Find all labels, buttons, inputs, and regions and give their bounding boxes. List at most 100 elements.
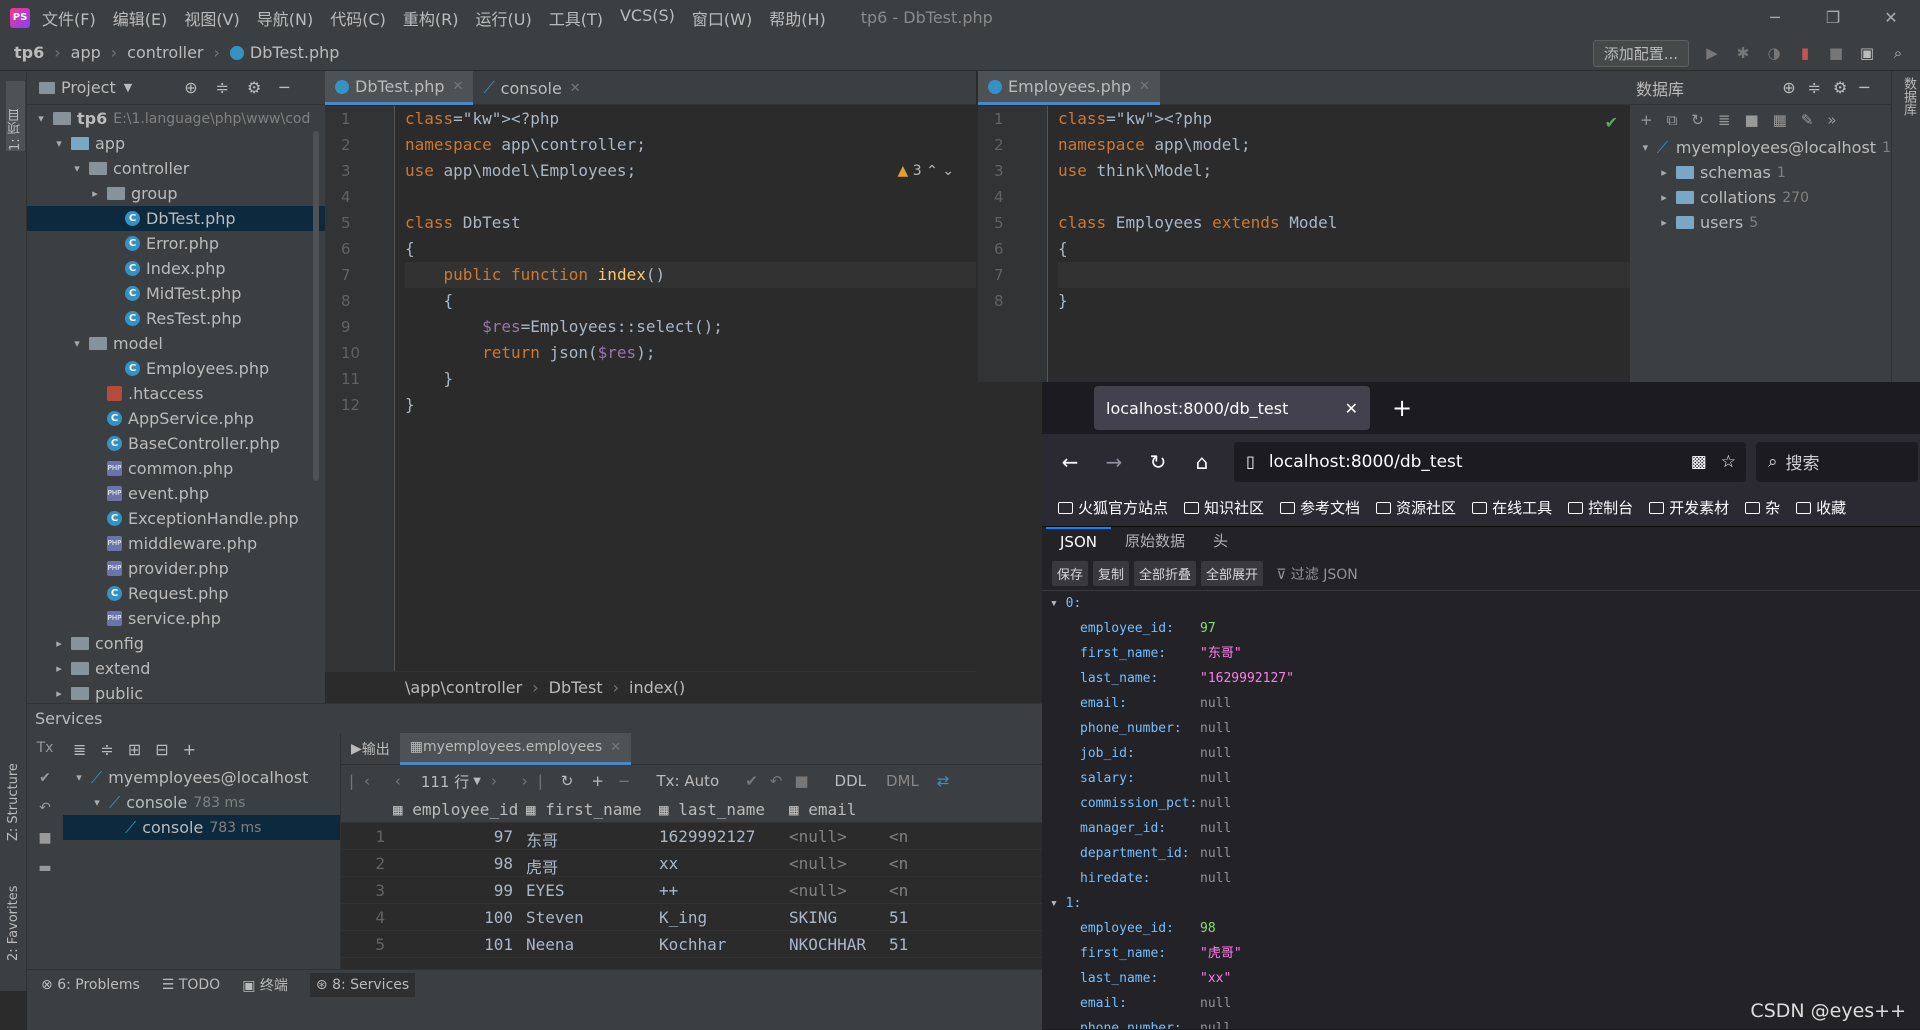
table-row[interactable]: 2 98 虎哥 xx <null> <n (341, 850, 1042, 877)
tx-mode[interactable]: Tx: Auto (657, 772, 720, 790)
table-cell[interactable]: <null> (789, 827, 884, 846)
column-header[interactable]: ▦ employee_id (393, 800, 520, 819)
breadcrumb-project[interactable]: tp6 (14, 43, 44, 62)
close-tab-icon[interactable]: ✕ (610, 740, 621, 755)
compare-icon[interactable]: ⇄ (937, 772, 950, 790)
json-field[interactable]: commission_pct: null (1050, 791, 1920, 816)
json-field[interactable]: first_name: "虎哥" (1050, 941, 1920, 966)
close-window-icon[interactable]: ✕ (1862, 0, 1920, 35)
db-node[interactable]: ▸ users 5 (1630, 210, 1891, 235)
json-field[interactable]: last_name: "xx" (1050, 966, 1920, 991)
close-tab-icon[interactable]: ✕ (1139, 79, 1150, 94)
json-field[interactable]: employee_id: 98 (1050, 916, 1920, 941)
chevron-down-icon[interactable]: ▾ (71, 162, 83, 175)
json-tab[interactable]: 头 (1199, 530, 1242, 557)
add-row-icon[interactable]: + (591, 772, 604, 790)
json-field[interactable]: hiredate: null (1050, 866, 1920, 891)
tree-item[interactable]: C DbTest.php (27, 206, 325, 231)
table-cell[interactable]: <n (889, 881, 919, 900)
search-box[interactable]: ⌕ 搜索 (1756, 441, 1918, 482)
bookmark-item[interactable]: 火狐官方站点 (1058, 497, 1168, 518)
back-icon[interactable]: ← (1058, 450, 1082, 474)
debug-icon[interactable]: ✱ (1734, 44, 1752, 62)
breadcrumb-controller[interactable]: controller (127, 43, 203, 62)
json-field[interactable]: employee_id: 97 (1050, 616, 1920, 641)
result-grid[interactable]: ▦ employee_id ▦ first_name ▦ last_name ▦ em… (341, 797, 1042, 958)
chevron-down-icon[interactable]: ▼ (473, 776, 481, 787)
project-tool-tab[interactable]: 1: 项目 (6, 81, 25, 151)
menu-item[interactable]: 窗口(W) (692, 6, 752, 30)
chevron-right-icon[interactable]: ▸ (1658, 166, 1670, 179)
chevron-right-icon[interactable]: ▸ (1658, 216, 1670, 229)
column-header[interactable]: ▦ last_name (659, 800, 783, 819)
edit-icon[interactable]: ✎ (1801, 111, 1828, 129)
tool-window-3[interactable]: ⊛ 8: Services (309, 973, 416, 997)
table-cell[interactable]: <null> (789, 854, 884, 873)
json-button[interactable]: 复制 (1093, 561, 1130, 586)
breadcrumb-method[interactable]: index() (629, 678, 685, 697)
json-button[interactable]: 全部展开 (1201, 561, 1264, 586)
tree-item[interactable]: C ResTest.php (27, 306, 325, 331)
json-field[interactable]: job_id: null (1050, 741, 1920, 766)
menu-item[interactable]: VCS(S) (620, 6, 675, 30)
bookmark-item[interactable]: 资源社区 (1376, 497, 1456, 518)
tool-window-1[interactable]: ☰ TODO (162, 977, 220, 993)
breadcrumb-file[interactable]: DbTest.php (250, 43, 340, 62)
gear-icon[interactable]: ⚙ (1833, 78, 1859, 97)
tree-item[interactable]: C MidTest.php (27, 281, 325, 306)
table-cell[interactable]: ++ (659, 881, 784, 900)
table-cell[interactable]: 3 (349, 881, 385, 900)
table-cell[interactable]: 100 (393, 908, 513, 927)
collapse-all-icon[interactable]: ≑ (100, 740, 127, 759)
tree-item[interactable]: C BaseController.php (27, 431, 325, 456)
tree-item[interactable]: ▾ tp6 E:\1.language\php\www\cod (27, 106, 325, 131)
menu-item[interactable]: 帮助(H) (769, 6, 826, 30)
chevron-down-icon[interactable]: ▼ (124, 81, 132, 94)
breadcrumb-namespace[interactable]: \app\controller (405, 678, 522, 697)
bookmark-item[interactable]: 在线工具 (1472, 497, 1552, 518)
breadcrumb-app[interactable]: app (71, 43, 101, 62)
group-icon[interactable]: ⊞ (128, 740, 155, 759)
new-tab-icon[interactable]: + (1392, 394, 1412, 422)
json-field[interactable]: last_name: "1629992127" (1050, 666, 1920, 691)
chevron-down-icon[interactable]: ▾ (73, 771, 85, 784)
menu-item[interactable]: 导航(N) (257, 6, 313, 30)
service-item[interactable]: ▾ ⟋ myemployees@localhost (63, 765, 340, 790)
add-service-icon[interactable]: + (183, 740, 210, 759)
chevron-right-icon[interactable]: ▸ (1658, 191, 1670, 204)
table-cell[interactable]: 2 (349, 854, 385, 873)
collapse-icon[interactable]: ≑ (216, 78, 229, 97)
stop-icon[interactable]: ■ (1827, 44, 1845, 62)
table-cell[interactable]: Steven (526, 908, 656, 927)
editor-tab[interactable]: Employees.php ✕ (978, 71, 1161, 105)
json-tab[interactable]: 原始数据 (1111, 530, 1199, 557)
db-connection[interactable]: ▾ ⟋ myemployees@localhost 1 (1630, 135, 1891, 160)
chevron-right-icon[interactable]: ▸ (53, 662, 65, 675)
home-icon[interactable]: ⌂ (1190, 450, 1214, 474)
json-field[interactable]: manager_id: null (1050, 816, 1920, 841)
json-field[interactable]: department_id: null (1050, 841, 1920, 866)
tree-item[interactable]: ▾ model (27, 331, 325, 356)
menu-item[interactable]: 编辑(E) (113, 6, 168, 30)
table-cell[interactable]: Kochhar (659, 935, 784, 954)
browser-tab[interactable]: localhost:8000/db_test ✕ (1094, 386, 1370, 430)
remove-row-icon[interactable]: − (618, 772, 631, 790)
bookmark-star-icon[interactable]: ☆ (1721, 452, 1736, 472)
restore-icon[interactable]: ❐ (1804, 0, 1862, 35)
tree-item[interactable]: .htaccess (27, 381, 325, 406)
locate-icon[interactable]: ⊕ (184, 78, 197, 97)
close-tab-icon[interactable]: ✕ (453, 79, 464, 94)
tree-scrollbar[interactable] (313, 131, 319, 481)
service-item[interactable]: ▾ ⟋ console 783 ms (63, 790, 340, 815)
editor-tab[interactable]: ⟋ console ✕ (473, 71, 590, 105)
rollback-icon[interactable]: ↶ (27, 793, 63, 823)
row-count[interactable]: 111 行 (421, 771, 469, 792)
db-node[interactable]: ▸ schemas 1 (1630, 160, 1891, 185)
table-cell[interactable]: 虎哥 (526, 854, 656, 878)
json-field[interactable]: first_name: "东哥" (1050, 641, 1920, 666)
table-cell[interactable]: 51 (889, 908, 919, 927)
table-cell[interactable]: 97 (393, 827, 513, 846)
inspection-widget[interactable]: ▲ 3 ⌃ ⌄ (897, 163, 954, 179)
gear-icon[interactable]: ⚙ (247, 78, 261, 97)
run-icon[interactable]: ▶ (1703, 44, 1721, 62)
